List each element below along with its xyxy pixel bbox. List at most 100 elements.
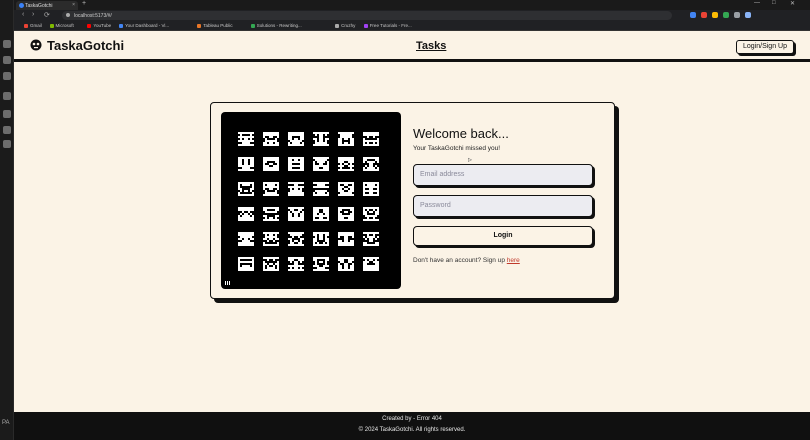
sprite-grid: [238, 132, 379, 271]
bookmark-favicon-icon: [24, 24, 28, 28]
bookmark-label: Tableau Public: [203, 23, 233, 28]
email-field[interactable]: Email address: [413, 164, 593, 186]
pet-sprite: [263, 257, 279, 271]
doc-icon[interactable]: [3, 72, 11, 80]
pet-sprite: [363, 257, 379, 271]
extension-icon[interactable]: [723, 12, 729, 18]
pet-sprite: [263, 182, 279, 196]
login-signup-button[interactable]: Login/Sign Up: [736, 40, 794, 54]
pet-sprite: [288, 157, 304, 171]
pet-sprite: [338, 182, 354, 196]
tab-strip: TaskaGotchi × + — □ ✕: [14, 0, 810, 10]
bookmark-item[interactable]: Microsoft: [49, 23, 74, 28]
extension-icon[interactable]: [745, 12, 751, 18]
settings-icon[interactable]: [3, 126, 11, 134]
app-footer: Created by - Error 404 © 2024 TaskaGotch…: [14, 412, 810, 440]
pet-sprite: [363, 157, 379, 171]
tab-title: TaskaGotchi: [25, 3, 53, 9]
bookmarks-bar: Gmail Microsoft YouTube Your Dashboard - Vi…: [14, 21, 810, 31]
nav-link-tasks[interactable]: Tasks: [416, 40, 446, 52]
pet-sprite: [338, 132, 354, 146]
pet-sprite: [313, 132, 329, 146]
close-window-button[interactable]: ✕: [790, 0, 795, 7]
address-text: localhost:5173/#/: [74, 13, 112, 19]
bookmark-item[interactable]: Your Dashboard - Vi...: [119, 23, 169, 28]
login-card: Welcome back... Your TaskaGotchi missed …: [210, 102, 615, 299]
pet-sprite: [263, 157, 279, 171]
bookmark-favicon-icon: [87, 24, 92, 28]
bookmark-favicon-icon: [250, 24, 255, 28]
pet-sprite: [338, 207, 354, 221]
bookmark-favicon-icon: [335, 24, 340, 28]
reload-icon[interactable]: ⟳: [44, 11, 50, 19]
pet-sprite: [288, 207, 304, 221]
pet-sprite: [263, 132, 279, 146]
site-info-icon[interactable]: [66, 13, 70, 17]
pet-sprite: [338, 232, 354, 246]
pet-sprite: [313, 157, 329, 171]
pet-sprite: [313, 232, 329, 246]
extension-icon[interactable]: [734, 12, 740, 18]
pet-sprite: [263, 232, 279, 246]
drive-icon[interactable]: [3, 56, 11, 64]
forward-icon[interactable]: ›: [32, 11, 34, 18]
browser-chrome: TaskaGotchi × + — □ ✕ ‹ › ⟳ localhost:51…: [14, 0, 810, 31]
bookmark-item[interactable]: Cruzhy: [335, 23, 355, 28]
back-icon[interactable]: ‹: [22, 11, 24, 18]
extension-icon[interactable]: [690, 12, 696, 18]
pet-sprite: [263, 207, 279, 221]
brand-name[interactable]: TaskaGotchi: [47, 38, 124, 53]
bookmark-item[interactable]: Tableau Public: [197, 23, 233, 28]
mouse-cursor-icon: ▹: [468, 155, 473, 164]
browser-tab[interactable]: TaskaGotchi ×: [16, 1, 78, 10]
app-header: TaskaGotchi Tasks Login/Sign Up: [14, 31, 810, 62]
bookmark-label: Cruzhy: [341, 23, 356, 28]
bookmark-label: Microsoft: [55, 23, 74, 28]
pet-sprite: [238, 257, 254, 271]
pet-sprite: [288, 257, 304, 271]
pet-sprite: [363, 232, 379, 246]
watermark-icon: [225, 281, 230, 285]
bookmark-item[interactable]: Solutions - Rewriting...: [250, 23, 302, 28]
pet-sprite: [363, 132, 379, 146]
footer-credit: Created by - Error 404: [382, 416, 442, 422]
pet-sprite: [238, 232, 254, 246]
address-bar[interactable]: localhost:5173/#/: [62, 11, 672, 20]
history-icon[interactable]: [3, 110, 11, 118]
pet-sprite: [338, 157, 354, 171]
minimize-button[interactable]: —: [754, 0, 760, 6]
pet-sprite: [238, 132, 254, 146]
web-page: TaskaGotchi Tasks Login/Sign Up Welcome …: [14, 31, 810, 412]
maximize-button[interactable]: □: [772, 0, 776, 6]
bookmark-item[interactable]: YouTube: [87, 23, 111, 28]
login-submit-button[interactable]: Login: [413, 226, 593, 246]
pet-sprite: [313, 182, 329, 196]
pet-sprite: [238, 207, 254, 221]
password-field[interactable]: Password: [413, 195, 593, 217]
bookmark-item[interactable]: Gmail: [24, 23, 42, 28]
pet-sprite: [338, 257, 354, 271]
bookmark-label: Your Dashboard - Vi...: [125, 23, 170, 28]
help-icon[interactable]: [3, 140, 11, 148]
pet-sprite: [238, 157, 254, 171]
welcome-tagline: Your TaskaGotchi missed you!: [413, 145, 501, 152]
bookmark-item[interactable]: Free Tutorials - Fre...: [363, 23, 412, 28]
pet-sprite: [313, 257, 329, 271]
new-tab-button[interactable]: +: [82, 0, 86, 7]
extension-icon[interactable]: [701, 12, 707, 18]
bookmark-label: Gmail: [30, 23, 42, 28]
bookmark-label: Free Tutorials - Fre...: [369, 23, 412, 28]
close-icon[interactable]: ×: [72, 2, 75, 8]
home-icon[interactable]: [3, 40, 11, 48]
welcome-heading: Welcome back...: [413, 126, 509, 141]
pet-sprite: [288, 182, 304, 196]
bookmark-favicon-icon: [49, 24, 54, 28]
tab-favicon: [19, 3, 24, 8]
bookmark-favicon-icon: [197, 24, 202, 28]
profile-initials[interactable]: PA: [2, 420, 10, 426]
signup-link[interactable]: here: [507, 257, 520, 264]
mail-icon[interactable]: [3, 92, 11, 100]
pet-mosaic-image: [221, 112, 401, 289]
pet-sprite: [313, 207, 329, 221]
extension-icon[interactable]: [712, 12, 718, 18]
